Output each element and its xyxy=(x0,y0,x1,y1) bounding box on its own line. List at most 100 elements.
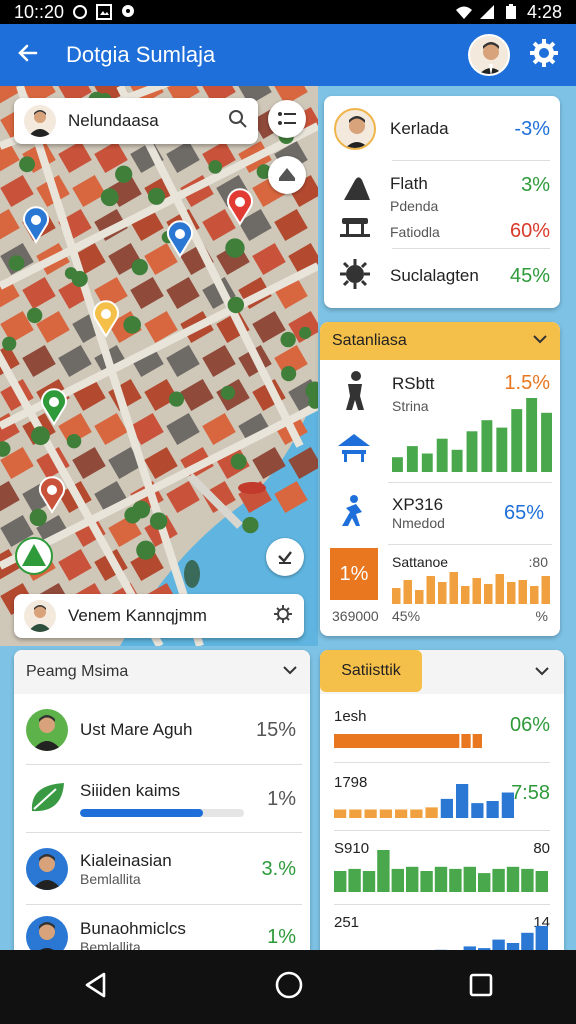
chart-bar xyxy=(334,871,347,892)
xp316-row[interactable]: XP316 Nmedod 65% xyxy=(334,488,554,538)
chart-bar xyxy=(392,457,403,472)
chart-bar xyxy=(472,578,481,604)
stats-chart-a xyxy=(334,734,482,748)
bottom-label: Venem Kannqjmm xyxy=(68,606,207,625)
back-arrow-icon[interactable] xyxy=(16,41,40,70)
list-title: Peamg Msima xyxy=(26,663,129,680)
list-header[interactable]: Peamg Msima xyxy=(14,650,310,694)
runner-icon xyxy=(338,370,372,417)
profile-avatar[interactable] xyxy=(468,34,510,76)
sattanoe-value: :80 xyxy=(528,554,548,570)
layers-menu-button[interactable] xyxy=(268,100,306,138)
chart-bar xyxy=(364,809,377,818)
circle-status-icon xyxy=(72,4,88,20)
search-avatar xyxy=(24,105,56,137)
chart-bar xyxy=(449,572,458,604)
chart-bar xyxy=(511,409,523,472)
chart-bar xyxy=(426,576,435,604)
chevron-down-icon xyxy=(532,332,548,350)
summary-pct: -3% xyxy=(514,117,550,140)
list-item[interactable]: Kialeinasian Bemlallita 3.% xyxy=(26,844,306,894)
chart-bar xyxy=(481,420,493,472)
photo-status-icon xyxy=(96,4,113,20)
chart-bar xyxy=(486,801,499,818)
search-icon[interactable] xyxy=(228,109,248,134)
suclalagten-pct: 45% xyxy=(509,264,550,287)
list-item-name: Siiiden kaims xyxy=(80,781,181,800)
satanliasa-card: Satanliasa RSbtt Strina 1.5% XP316 Nmedo… xyxy=(320,322,560,636)
runner-blue-icon xyxy=(334,494,368,533)
back-nav-icon[interactable] xyxy=(82,971,110,1004)
chart-bar xyxy=(440,798,453,818)
sattanoe-left: 369000 xyxy=(332,608,379,624)
compass-button[interactable] xyxy=(268,156,306,194)
kerlada-avatar xyxy=(334,108,376,150)
fatiodla-pct: 60% xyxy=(509,220,550,242)
chart-bar xyxy=(406,446,418,472)
chart-bar xyxy=(420,871,433,892)
list-progress-bar xyxy=(80,809,244,817)
settings-small-icon[interactable] xyxy=(272,603,294,630)
bottom-avatar xyxy=(24,600,56,632)
suclalagten-row[interactable]: Suclalagten 45% xyxy=(338,256,550,296)
tab-satiisttik[interactable]: Satiisttik xyxy=(320,650,422,692)
summary-card: Kerlada -3% Flath 3% Pdenda Fatiodla 60%… xyxy=(324,96,560,308)
sattanoe-label: Sattanoe xyxy=(392,554,449,570)
flath-sub: Pdenda xyxy=(390,198,439,214)
summary-row[interactable]: Kerlada -3% xyxy=(334,106,550,152)
list-item-name: Kialeinasian xyxy=(80,851,172,870)
location-status-icon xyxy=(120,4,136,20)
chart-bar xyxy=(395,809,408,818)
recents-nav-icon[interactable] xyxy=(468,972,494,1003)
battery-time: 4:28 xyxy=(526,1,562,22)
chart-bar xyxy=(348,868,361,892)
sattanoe-mid: 45% xyxy=(392,608,421,624)
rsbtt-title: RSbtt xyxy=(392,374,435,393)
list-item[interactable]: Siiiden kaims 1% xyxy=(26,774,306,824)
virus-icon xyxy=(338,257,372,296)
chart-bar xyxy=(463,866,476,892)
percent-badge: 1% xyxy=(330,548,378,600)
rsbtt-panel[interactable]: RSbtt Strina 1.5% xyxy=(330,362,554,476)
list-avatar xyxy=(26,709,68,751)
chart-bar xyxy=(484,584,493,604)
chart-bar xyxy=(349,809,362,818)
list-item-pct: 1% xyxy=(267,787,296,810)
wifi-icon xyxy=(455,4,472,20)
summary-title: Kerlada xyxy=(390,119,449,138)
list-icon xyxy=(278,112,296,125)
flath-row[interactable]: Flath 3% Pdenda Fatiodla 60% xyxy=(338,172,550,242)
chart-bar xyxy=(478,873,491,892)
xp316-pct: 65% xyxy=(503,501,544,524)
chart-bar xyxy=(471,803,484,818)
chart-bar xyxy=(526,398,538,472)
home-nav-icon[interactable] xyxy=(274,970,304,1005)
my-location-button[interactable] xyxy=(266,538,304,576)
xp316-sub: Nmedod xyxy=(392,515,445,531)
list-item[interactable]: Ust Mare Aguh 15% xyxy=(26,706,306,754)
stats-tab-label: Satiisttik xyxy=(341,662,401,679)
xp316-title: XP316 xyxy=(392,495,444,514)
chart-bar xyxy=(377,850,390,892)
chart-bar xyxy=(492,868,505,892)
status-time: 10::20 xyxy=(14,1,65,22)
chart-bar xyxy=(472,734,482,748)
chart-bar xyxy=(415,590,424,604)
status-bar: 10::20 4:28 xyxy=(0,0,576,24)
settings-gear-icon[interactable] xyxy=(528,37,560,74)
chart-bar xyxy=(501,792,514,818)
stats-row-value: 06% xyxy=(509,714,550,736)
map-bottom-bar[interactable]: Venem Kannqjmm xyxy=(14,594,304,638)
navigation-bar xyxy=(0,950,576,1024)
compass-icon xyxy=(279,168,295,181)
chart-bar xyxy=(438,582,447,604)
chart-bar xyxy=(456,784,469,818)
chart-bar xyxy=(334,734,460,748)
chart-bar xyxy=(392,588,401,604)
chart-bar xyxy=(506,866,520,892)
satanliasa-header[interactable]: Satanliasa xyxy=(320,322,560,360)
map-search-bar[interactable]: Nelundaasa xyxy=(14,98,258,144)
chevron-down-icon[interactable] xyxy=(534,664,550,682)
stats-card: Satiisttik 1esh 06% 1798 7:58 S910 80 25… xyxy=(320,650,564,960)
app-bar: Dotgia Sumlaja xyxy=(0,24,576,86)
